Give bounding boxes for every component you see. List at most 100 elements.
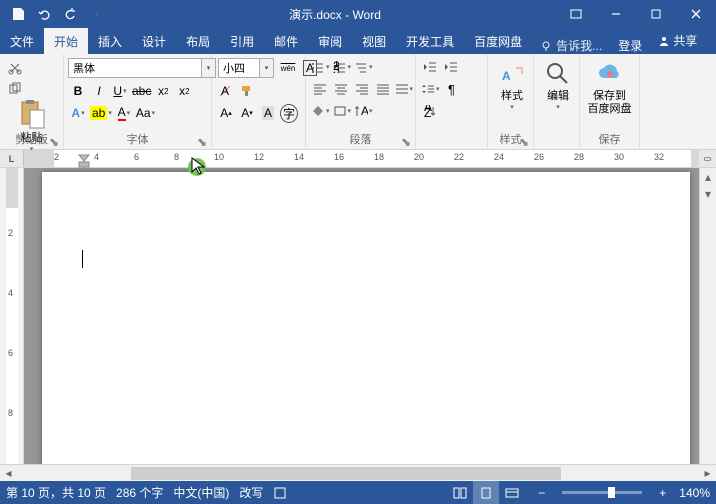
tab-review[interactable]: 审阅: [308, 28, 352, 54]
subscript-button[interactable]: x2: [153, 81, 173, 101]
align-center-button[interactable]: [331, 79, 351, 99]
zoom-out-button[interactable]: −: [535, 486, 548, 500]
clipboard-dialog-launcher[interactable]: ⬊: [49, 135, 61, 147]
show-paragraph-marks-button[interactable]: ¶: [442, 79, 462, 99]
cut-button[interactable]: [4, 58, 26, 78]
tab-mailings[interactable]: 邮件: [264, 28, 308, 54]
zoom-in-button[interactable]: +: [656, 486, 669, 500]
strikethrough-button[interactable]: abc: [131, 81, 152, 101]
tab-layout[interactable]: 布局: [176, 28, 220, 54]
lightbulb-icon: [540, 40, 552, 52]
read-mode-button[interactable]: [447, 481, 473, 504]
superscript-button[interactable]: x2: [174, 81, 194, 101]
document-area: 2468 ▴ ▾: [0, 168, 716, 464]
qat-customize-button[interactable]: [84, 2, 108, 26]
italic-button[interactable]: I: [89, 81, 109, 101]
font-size-combo[interactable]: 小四: [218, 58, 260, 78]
shading-button[interactable]: [310, 101, 331, 121]
tab-references[interactable]: 引用: [220, 28, 264, 54]
format-painter-button[interactable]: [237, 81, 257, 101]
decrease-indent-button[interactable]: [420, 57, 440, 77]
phonetic-guide-button[interactable]: wén: [278, 58, 298, 78]
group-paragraph-extras: ¶ AZ: [416, 54, 488, 149]
tab-view[interactable]: 视图: [352, 28, 396, 54]
web-layout-button[interactable]: [499, 481, 525, 504]
align-left-button[interactable]: [310, 79, 330, 99]
styles-button[interactable]: A 样式 ▾: [492, 56, 532, 115]
borders-button[interactable]: [332, 101, 353, 121]
horizontal-scrollbar[interactable]: ◂ ▸: [0, 464, 716, 481]
group-clipboard: 粘贴 ▾ 剪贴板 ⬊: [0, 54, 64, 149]
line-spacing-button[interactable]: [420, 79, 441, 99]
document-page[interactable]: [42, 172, 690, 464]
vertical-ruler[interactable]: 2468: [0, 168, 24, 464]
tell-me-search[interactable]: 告诉我...: [532, 37, 610, 54]
hscroll-thumb[interactable]: [131, 467, 561, 480]
tab-home[interactable]: 开始: [44, 28, 88, 54]
macro-record-icon[interactable]: [273, 486, 287, 500]
scroll-right-button[interactable]: ▸: [699, 465, 716, 481]
justify-button[interactable]: [373, 79, 393, 99]
editing-button[interactable]: 编辑 ▾: [538, 56, 578, 115]
overtype-status[interactable]: 改写: [239, 484, 263, 501]
scroll-up-button[interactable]: ▴: [700, 168, 716, 185]
font-dialog-launcher[interactable]: ⬊: [197, 135, 209, 147]
signin-link[interactable]: 登录: [610, 37, 650, 54]
increase-indent-button[interactable]: [441, 57, 461, 77]
word-count[interactable]: 286 个字: [116, 484, 163, 501]
save-button[interactable]: [6, 2, 30, 26]
bold-button[interactable]: B: [68, 81, 88, 101]
tab-insert[interactable]: 插入: [88, 28, 132, 54]
font-size-dropdown[interactable]: ▾: [260, 58, 274, 78]
sort-button[interactable]: AZ: [420, 101, 440, 121]
bullets-button[interactable]: [310, 57, 331, 77]
character-shading-button[interactable]: A: [258, 103, 278, 123]
grow-font-button[interactable]: A▴: [216, 103, 236, 123]
ruler-split-icon[interactable]: ▭: [699, 150, 716, 167]
tab-selector[interactable]: L: [0, 150, 24, 167]
page-viewport[interactable]: [24, 168, 699, 464]
change-case-button[interactable]: Aa: [135, 103, 156, 123]
paragraph-dialog-launcher[interactable]: ⬊: [401, 135, 413, 147]
zoom-slider-thumb[interactable]: [608, 487, 615, 498]
vertical-scrollbar[interactable]: ▴ ▾: [699, 168, 716, 464]
shrink-font-button[interactable]: A▾: [237, 103, 257, 123]
underline-button[interactable]: U: [110, 81, 130, 101]
font-color-button[interactable]: A: [114, 103, 134, 123]
print-layout-button[interactable]: [473, 481, 499, 504]
tab-file[interactable]: 文件: [0, 28, 44, 54]
svg-text:1: 1: [333, 61, 340, 69]
undo-button[interactable]: [32, 2, 56, 26]
zoom-level[interactable]: 140%: [679, 486, 710, 500]
tab-design[interactable]: 设计: [132, 28, 176, 54]
save-to-baidu-button[interactable]: 保存到 百度网盘: [584, 56, 635, 120]
page-count[interactable]: 第 10 页，共 10 页: [6, 484, 106, 501]
align-right-button[interactable]: [352, 79, 372, 99]
asian-layout-button[interactable]: A: [353, 101, 374, 121]
redo-button[interactable]: [58, 2, 82, 26]
copy-button[interactable]: [4, 78, 26, 98]
highlight-button[interactable]: ab: [89, 103, 113, 123]
scroll-left-button[interactable]: ◂: [0, 465, 17, 481]
tab-developer[interactable]: 开发工具: [396, 28, 464, 54]
ribbon-tabs: 文件 开始 插入 设计 布局 引用 邮件 审阅 视图 开发工具 百度网盘 告诉我…: [0, 28, 716, 54]
horizontal-ruler[interactable]: L 2468101214161820222426283032 ▭: [0, 150, 716, 168]
styles-dialog-launcher[interactable]: ⬊: [519, 135, 531, 147]
close-button[interactable]: [676, 0, 716, 28]
font-name-combo[interactable]: 黑体: [68, 58, 202, 78]
numbering-button[interactable]: 123: [332, 57, 353, 77]
zoom-slider[interactable]: [562, 491, 642, 494]
minimize-button[interactable]: [596, 0, 636, 28]
clear-formatting-button[interactable]: A: [216, 81, 236, 101]
text-effects-button[interactable]: A: [68, 103, 88, 123]
baidu-group-label: 保存: [580, 129, 639, 149]
enclose-characters-button[interactable]: 字: [279, 103, 299, 123]
distributed-button[interactable]: [394, 79, 414, 99]
language-status[interactable]: 中文(中国): [173, 484, 229, 501]
multilevel-list-button[interactable]: [353, 57, 374, 77]
maximize-button[interactable]: [636, 0, 676, 28]
tab-baidu[interactable]: 百度网盘: [464, 28, 532, 54]
ribbon-display-options[interactable]: [556, 0, 596, 28]
share-button[interactable]: 共享: [650, 27, 705, 54]
scroll-down-button[interactable]: ▾: [700, 185, 716, 202]
